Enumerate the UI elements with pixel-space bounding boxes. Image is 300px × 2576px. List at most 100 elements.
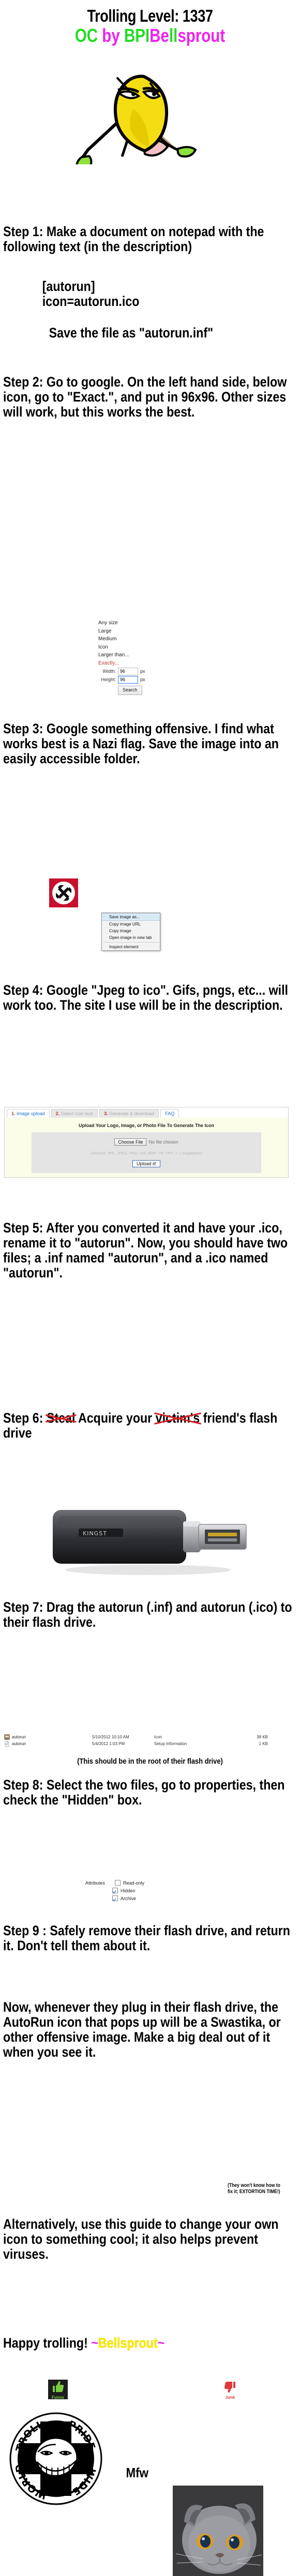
file-name-cell: autorun [4, 1734, 92, 1740]
height-label: Height: [101, 676, 116, 682]
step-8-text: Step 8: Select the two files, go to prop… [3, 1777, 285, 1808]
hidden-checkbox[interactable] [112, 1888, 118, 1893]
ico-converter-screenshot[interactable]: 1. Image upload 2. Select icon size 3. G… [4, 1107, 289, 1178]
width-field-row: Width: 96 px [98, 668, 145, 675]
search-button[interactable]: Search [118, 686, 142, 695]
step-7-note: (This should be in the root of their fla… [77, 1757, 223, 1766]
meme-page: Trolling Level: 1337 OC by BPIBellsprout [0, 0, 300, 2576]
step-6-struck-victims: victim's [154, 1410, 202, 1426]
outro-paragraph: Now, whenever they plug in their flash d… [3, 1999, 281, 2060]
tab-select-icon-size[interactable]: 2. Select icon size [51, 1109, 98, 1118]
file-name-cell: autorun [4, 1741, 92, 1747]
step-3-text: Step 3: Google something offensive. I fi… [3, 721, 279, 767]
troll-pride-worldwide-badge: TROLL PRIDE WIDE WORLD [9, 2412, 102, 2505]
width-input[interactable]: 96 [118, 668, 138, 675]
tab-3-number: 3. [104, 1111, 108, 1116]
outro-paragraph-2: Alternatively, use this guide to change … [3, 2216, 279, 2262]
context-menu-inspect-element[interactable]: Inspect element [102, 944, 160, 950]
file-size-cell: 38 KB [257, 1735, 268, 1739]
tab-faq-label: FAQ [165, 1111, 175, 1116]
autorun-code-line-1: [autorun] [42, 279, 95, 294]
attributes-row-archive: Archive [85, 1894, 144, 1902]
size-option-large[interactable]: Large [98, 627, 145, 636]
context-menu-open-image-new-tab[interactable]: Open image in new tab [102, 934, 160, 941]
size-option-any[interactable]: Any size [98, 619, 145, 627]
table-row[interactable]: autorun 5/10/2012 10:10 AM Icon 38 KB [4, 1734, 294, 1740]
tab-1-number: 1. [11, 1111, 16, 1116]
readonly-checkbox[interactable] [115, 1880, 121, 1886]
step-1-text: Step 1: Make a document on notepad with … [3, 224, 264, 255]
ico-file-icon [4, 1734, 10, 1740]
flag-red-background [49, 878, 78, 907]
outro-note: (They won't know how to fix it; EXTORTIO… [228, 2183, 280, 2195]
grey-cat-photo [173, 2486, 263, 2576]
archive-label: Archive [121, 1895, 137, 1901]
step-6-text: Step 6: Steal Acquire your victim's frie… [0, 1410, 299, 1441]
file-attributes-panel[interactable]: Attributes Read-only Hidden Archive [85, 1879, 144, 1902]
hidden-label: Hidden [121, 1888, 136, 1893]
height-field-row: Height: 96 px [98, 676, 145, 684]
tab-2-number: 2. [55, 1111, 60, 1116]
step-6-struck-steal: Steal [45, 1410, 77, 1426]
credit-line: OC by BPIBellsprout [27, 26, 273, 45]
width-label: Width: [102, 668, 116, 674]
signoff-line: Happy trolling! ~Bellsprout~ [0, 2335, 299, 2351]
funny-vote-label: Funny [52, 2395, 64, 2400]
step-6-mid: Acquire your [75, 1410, 156, 1426]
context-menu-separator [103, 942, 159, 943]
junk-vote-button[interactable]: Junk [220, 2380, 240, 2400]
step-5-text: Step 5: After you converted it and have … [3, 1220, 288, 1281]
tab-generate-download[interactable]: 3. Generate & download [99, 1109, 159, 1118]
file-date-cell: 5/10/2012 10:10 AM [92, 1735, 129, 1739]
context-menu-save-image-as[interactable]: Save image as... [102, 913, 160, 921]
tab-faq[interactable]: FAQ [160, 1109, 179, 1118]
browser-context-menu[interactable]: Save image as... Copy image URL Copy ima… [101, 913, 160, 951]
autorun-code-line-2: icon=autorun.ico [42, 294, 140, 310]
signoff-tilde-right: ~ [157, 2335, 165, 2351]
converter-upload-area: Choose File No file chosen (allowed: JPG,… [32, 1132, 261, 1173]
tab-image-upload[interactable]: 1. Image upload [7, 1109, 50, 1118]
explorer-file-list[interactable]: autorun 5/10/2012 10:10 AM Icon 38 KB au… [4, 1734, 294, 1747]
size-option-larger-than[interactable]: Larger than... [98, 651, 145, 659]
credit-ll: ll [169, 25, 178, 46]
context-menu-copy-image-url[interactable]: Copy image URL [102, 921, 160, 928]
height-input[interactable]: 96 [118, 676, 138, 684]
readonly-label: Read-only [123, 1880, 145, 1886]
tab-3-label: Generate & download [108, 1111, 155, 1116]
converter-heading: Upload Your Logo, Image, or Photo File T… [78, 1123, 215, 1128]
size-option-exactly[interactable]: Exactly... [98, 659, 145, 668]
svg-text:KINGST: KINGST [83, 1530, 107, 1537]
inf-file-icon [5, 1741, 9, 1747]
choose-file-button[interactable]: Choose File [114, 1138, 147, 1146]
step-2-text: Step 2: Go to google. On the left hand s… [3, 374, 287, 420]
header-block: Trolling Level: 1337 OC by BPIBellsprout [0, 0, 300, 45]
table-row[interactable]: autorun 5/4/2012 1:03 PM Setup Informati… [4, 1740, 294, 1747]
file-size-cell: 1 KB [259, 1741, 268, 1746]
credit-be: Be [149, 25, 169, 46]
allowed-formats-text: (allowed: JPG, JPEG, PNG, GIF, BMP, TIF,… [91, 1151, 202, 1155]
google-image-size-filter[interactable]: Any size Large Medium Icon Larger than..… [98, 619, 145, 695]
thumbs-up-icon [53, 2381, 64, 2392]
nazi-flag-thumbnail[interactable] [49, 878, 78, 907]
file-type-cell: Setup Information [154, 1741, 187, 1746]
size-option-icon[interactable]: Icon [98, 643, 145, 652]
credit-oc: OC [74, 25, 98, 46]
funny-vote-button[interactable]: Funny [48, 2380, 68, 2400]
bellsprout-mascot-image [56, 61, 227, 173]
thumbs-down-icon [224, 2382, 235, 2393]
credit-bpi: BPI [124, 25, 150, 46]
archive-checkbox[interactable] [112, 1895, 118, 1901]
no-file-chosen-label: No file chosen [148, 1139, 178, 1145]
step-4-text: Step 4: Google "Jpeg to ico". Gifs, pngs… [3, 982, 289, 1013]
step-1-save-text: Save the file as "autorun.inf" [49, 325, 214, 341]
junk-vote-label: Junk [225, 2395, 235, 2400]
file-date-cell: 5/4/2012 1:03 PM [92, 1741, 125, 1746]
upload-it-button[interactable]: Upload it! [132, 1160, 161, 1167]
context-menu-copy-image[interactable]: Copy image [102, 928, 160, 934]
attributes-row-readonly: Attributes Read-only [85, 1879, 144, 1887]
step-6-prefix: Step 6: [3, 1410, 47, 1426]
file-type-cell: Icon [154, 1735, 162, 1739]
swastika-icon [56, 885, 71, 901]
attributes-row-hidden: Hidden [85, 1887, 144, 1894]
size-option-medium[interactable]: Medium [98, 635, 145, 643]
